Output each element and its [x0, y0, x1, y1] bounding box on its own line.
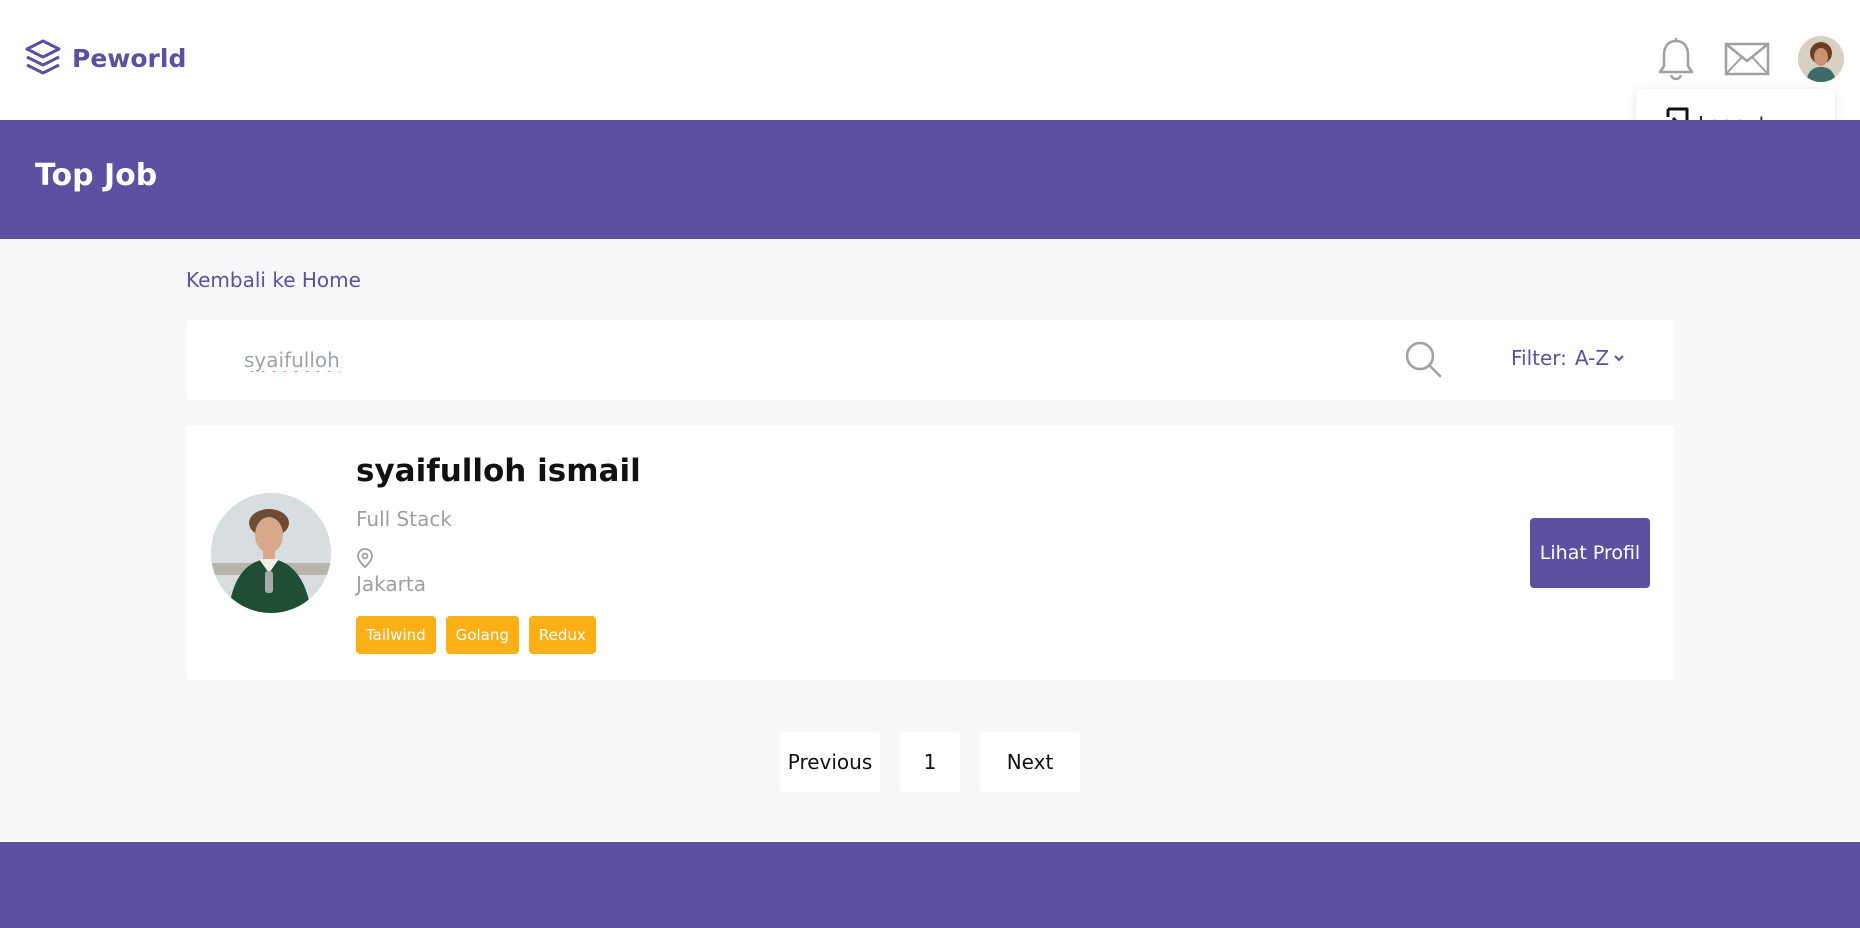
map-pin-icon: [357, 548, 373, 569]
footer: [0, 842, 1860, 928]
layers-logo-icon: [25, 39, 61, 75]
talent-role: Full Stack: [356, 507, 452, 531]
pagination: Previous 1 Next: [780, 732, 1080, 792]
view-profile-button[interactable]: Lihat Profil: [1530, 518, 1650, 588]
talent-name: syaifulloh ismail: [356, 453, 641, 489]
page-title: Top Job: [35, 158, 158, 193]
page-number-button[interactable]: 1: [900, 732, 960, 792]
brand-name: Peworld: [72, 43, 187, 73]
brand-logo[interactable]: Peworld: [24, 38, 186, 78]
filter-label: Filter:: [1511, 346, 1567, 370]
profile-menu-button[interactable]: [1798, 36, 1844, 82]
previous-page-button[interactable]: Previous: [780, 732, 880, 792]
skill-tag: Redux: [528, 616, 596, 654]
talent-avatar: [211, 493, 331, 613]
skill-tag: Tailwind: [356, 616, 436, 654]
talent-card: syaifulloh ismail Full Stack Jakarta Tai…: [186, 425, 1674, 680]
search-input[interactable]: [244, 342, 1344, 378]
filter-value: A-Z: [1574, 346, 1610, 370]
chevron-down-icon: [1614, 355, 1624, 362]
skill-tags: Tailwind Golang Redux: [356, 616, 596, 654]
skill-tag: Golang: [445, 616, 519, 654]
navbar: Peworld: [0, 0, 1860, 120]
back-to-home-link[interactable]: Kembali ke Home: [186, 268, 361, 292]
sort-filter-dropdown[interactable]: Filter: A-Z: [1511, 346, 1625, 370]
page-banner: Top Job: [0, 120, 1860, 239]
search-bar: Filter: A-Z: [186, 320, 1674, 400]
search-button[interactable]: [1404, 340, 1444, 384]
next-page-button[interactable]: Next: [980, 732, 1080, 792]
mail-icon: [1724, 42, 1770, 76]
notification-button[interactable]: [1656, 37, 1696, 81]
search-icon: [1405, 341, 1442, 378]
talent-location: Jakarta: [356, 572, 426, 596]
bell-icon: [1658, 38, 1694, 81]
messages-button[interactable]: [1724, 42, 1770, 76]
user-avatar: [1798, 36, 1844, 82]
